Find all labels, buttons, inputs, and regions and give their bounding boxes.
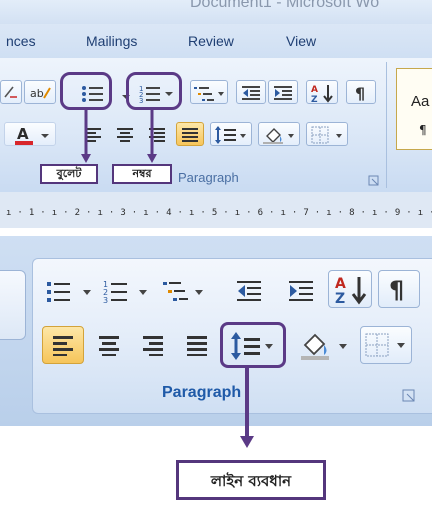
pointer-arrow-bottom (240, 368, 254, 448)
line-spacing-callout-label: লাইন ব্যবধান (176, 460, 326, 500)
